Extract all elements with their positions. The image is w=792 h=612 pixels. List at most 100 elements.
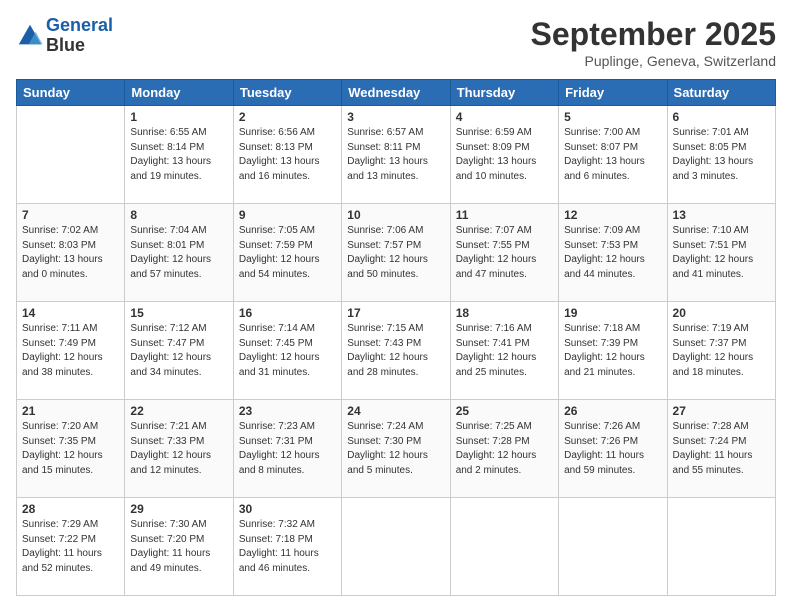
day-number: 18 xyxy=(456,306,553,320)
calendar-cell: 17 Sunrise: 7:15 AM Sunset: 7:43 PM Dayli… xyxy=(342,302,450,400)
day-number: 1 xyxy=(130,110,227,124)
day-info: Sunrise: 7:30 AM Sunset: 7:20 PM Dayligh… xyxy=(130,518,227,576)
day-info: Sunrise: 7:19 AM Sunset: 7:37 PM Dayligh… xyxy=(673,322,770,380)
day-number: 21 xyxy=(22,404,119,418)
day-number: 2 xyxy=(239,110,336,124)
header: General Blue September 2025 Puplinge, Ge… xyxy=(16,16,776,69)
calendar-cell: 22 Sunrise: 7:21 AM Sunset: 7:33 PM Dayli… xyxy=(125,400,233,498)
day-number: 16 xyxy=(239,306,336,320)
day-info: Sunrise: 7:06 AM Sunset: 7:57 PM Dayligh… xyxy=(347,224,444,282)
weekday-thursday: Thursday xyxy=(450,80,558,106)
weekday-header-row: SundayMondayTuesdayWednesdayThursdayFrid… xyxy=(17,80,776,106)
day-number: 29 xyxy=(130,502,227,516)
calendar-cell: 1 Sunrise: 6:55 AM Sunset: 8:14 PM Daylig… xyxy=(125,106,233,204)
day-number: 10 xyxy=(347,208,444,222)
calendar-cell: 18 Sunrise: 7:16 AM Sunset: 7:41 PM Dayli… xyxy=(450,302,558,400)
month-title: September 2025 xyxy=(531,16,776,53)
day-info: Sunrise: 7:12 AM Sunset: 7:47 PM Dayligh… xyxy=(130,322,227,380)
day-number: 26 xyxy=(564,404,661,418)
calendar-cell: 3Sunrise: 6:57 AM Sunset: 8:11 PM Daylig… xyxy=(342,106,450,204)
calendar-cell: 6 Sunrise: 7:01 AM Sunset: 8:05 PM Daylig… xyxy=(667,106,775,204)
day-number: 30 xyxy=(239,502,336,516)
day-info: Sunrise: 7:14 AM Sunset: 7:45 PM Dayligh… xyxy=(239,322,336,380)
calendar-cell xyxy=(450,498,558,596)
day-number: 22 xyxy=(130,404,227,418)
day-info: Sunrise: 7:26 AM Sunset: 7:26 PM Dayligh… xyxy=(564,420,661,478)
calendar-cell: 25Sunrise: 7:25 AM Sunset: 7:28 PM Dayli… xyxy=(450,400,558,498)
calendar-cell: 9 Sunrise: 7:05 AM Sunset: 7:59 PM Daylig… xyxy=(233,204,341,302)
calendar-cell: 20 Sunrise: 7:19 AM Sunset: 7:37 PM Dayli… xyxy=(667,302,775,400)
calendar-cell: 16 Sunrise: 7:14 AM Sunset: 7:45 PM Dayli… xyxy=(233,302,341,400)
logo-text: General Blue xyxy=(46,16,113,56)
day-info: Sunrise: 7:10 AM Sunset: 7:51 PM Dayligh… xyxy=(673,224,770,282)
calendar-cell: 29 Sunrise: 7:30 AM Sunset: 7:20 PM Dayli… xyxy=(125,498,233,596)
calendar-week-3: 14Sunrise: 7:11 AM Sunset: 7:49 PM Dayli… xyxy=(17,302,776,400)
day-number: 24 xyxy=(347,404,444,418)
day-info: Sunrise: 7:01 AM Sunset: 8:05 PM Dayligh… xyxy=(673,126,770,184)
calendar-cell: 21Sunrise: 7:20 AM Sunset: 7:35 PM Dayli… xyxy=(17,400,125,498)
day-info: Sunrise: 7:23 AM Sunset: 7:31 PM Dayligh… xyxy=(239,420,336,478)
day-info: Sunrise: 7:16 AM Sunset: 7:41 PM Dayligh… xyxy=(456,322,553,380)
calendar-cell xyxy=(667,498,775,596)
calendar-cell xyxy=(17,106,125,204)
logo-icon xyxy=(16,22,44,50)
day-number: 15 xyxy=(130,306,227,320)
day-info: Sunrise: 7:15 AM Sunset: 7:43 PM Dayligh… xyxy=(347,322,444,380)
calendar-table: SundayMondayTuesdayWednesdayThursdayFrid… xyxy=(16,79,776,596)
calendar-week-5: 28 Sunrise: 7:29 AM Sunset: 7:22 PM Dayli… xyxy=(17,498,776,596)
day-info: Sunrise: 7:29 AM Sunset: 7:22 PM Dayligh… xyxy=(22,518,119,576)
calendar-cell xyxy=(342,498,450,596)
weekday-monday: Monday xyxy=(125,80,233,106)
weekday-tuesday: Tuesday xyxy=(233,80,341,106)
day-number: 17 xyxy=(347,306,444,320)
day-number: 28 xyxy=(22,502,119,516)
day-number: 4 xyxy=(456,110,553,124)
calendar-cell: 27Sunrise: 7:28 AM Sunset: 7:24 PM Dayli… xyxy=(667,400,775,498)
calendar-cell: 4Sunrise: 6:59 AM Sunset: 8:09 PM Daylig… xyxy=(450,106,558,204)
logo: General Blue xyxy=(16,16,113,56)
calendar-cell: 14Sunrise: 7:11 AM Sunset: 7:49 PM Dayli… xyxy=(17,302,125,400)
calendar-cell: 12 Sunrise: 7:09 AM Sunset: 7:53 PM Dayli… xyxy=(559,204,667,302)
calendar-cell: 23 Sunrise: 7:23 AM Sunset: 7:31 PM Dayli… xyxy=(233,400,341,498)
day-info: Sunrise: 7:00 AM Sunset: 8:07 PM Dayligh… xyxy=(564,126,661,184)
day-info: Sunrise: 7:21 AM Sunset: 7:33 PM Dayligh… xyxy=(130,420,227,478)
calendar-cell: 8Sunrise: 7:04 AM Sunset: 8:01 PM Daylig… xyxy=(125,204,233,302)
calendar-cell: 15 Sunrise: 7:12 AM Sunset: 7:47 PM Dayli… xyxy=(125,302,233,400)
calendar-cell: 11Sunrise: 7:07 AM Sunset: 7:55 PM Dayli… xyxy=(450,204,558,302)
day-number: 20 xyxy=(673,306,770,320)
day-number: 13 xyxy=(673,208,770,222)
calendar-cell: 26 Sunrise: 7:26 AM Sunset: 7:26 PM Dayli… xyxy=(559,400,667,498)
day-number: 7 xyxy=(22,208,119,222)
calendar-cell: 28 Sunrise: 7:29 AM Sunset: 7:22 PM Dayli… xyxy=(17,498,125,596)
calendar-cell: 19 Sunrise: 7:18 AM Sunset: 7:39 PM Dayli… xyxy=(559,302,667,400)
day-number: 8 xyxy=(130,208,227,222)
day-info: Sunrise: 7:05 AM Sunset: 7:59 PM Dayligh… xyxy=(239,224,336,282)
calendar-cell: 2 Sunrise: 6:56 AM Sunset: 8:13 PM Daylig… xyxy=(233,106,341,204)
day-number: 12 xyxy=(564,208,661,222)
day-number: 25 xyxy=(456,404,553,418)
weekday-sunday: Sunday xyxy=(17,80,125,106)
day-number: 23 xyxy=(239,404,336,418)
day-info: Sunrise: 7:09 AM Sunset: 7:53 PM Dayligh… xyxy=(564,224,661,282)
day-number: 6 xyxy=(673,110,770,124)
day-number: 11 xyxy=(456,208,553,222)
day-info: Sunrise: 6:56 AM Sunset: 8:13 PM Dayligh… xyxy=(239,126,336,184)
day-info: Sunrise: 6:57 AM Sunset: 8:11 PM Dayligh… xyxy=(347,126,444,184)
calendar-cell: 13 Sunrise: 7:10 AM Sunset: 7:51 PM Dayli… xyxy=(667,204,775,302)
day-number: 5 xyxy=(564,110,661,124)
calendar-week-2: 7 Sunrise: 7:02 AM Sunset: 8:03 PM Daylig… xyxy=(17,204,776,302)
calendar-cell xyxy=(559,498,667,596)
calendar-cell: 24 Sunrise: 7:24 AM Sunset: 7:30 PM Dayli… xyxy=(342,400,450,498)
day-number: 19 xyxy=(564,306,661,320)
calendar-week-1: 1 Sunrise: 6:55 AM Sunset: 8:14 PM Daylig… xyxy=(17,106,776,204)
title-block: September 2025 Puplinge, Geneva, Switzer… xyxy=(531,16,776,69)
day-info: Sunrise: 7:24 AM Sunset: 7:30 PM Dayligh… xyxy=(347,420,444,478)
day-number: 9 xyxy=(239,208,336,222)
page: General Blue September 2025 Puplinge, Ge… xyxy=(0,0,792,612)
day-info: Sunrise: 7:02 AM Sunset: 8:03 PM Dayligh… xyxy=(22,224,119,282)
day-info: Sunrise: 6:55 AM Sunset: 8:14 PM Dayligh… xyxy=(130,126,227,184)
weekday-wednesday: Wednesday xyxy=(342,80,450,106)
calendar-cell: 5 Sunrise: 7:00 AM Sunset: 8:07 PM Daylig… xyxy=(559,106,667,204)
day-info: Sunrise: 7:18 AM Sunset: 7:39 PM Dayligh… xyxy=(564,322,661,380)
calendar-week-4: 21Sunrise: 7:20 AM Sunset: 7:35 PM Dayli… xyxy=(17,400,776,498)
